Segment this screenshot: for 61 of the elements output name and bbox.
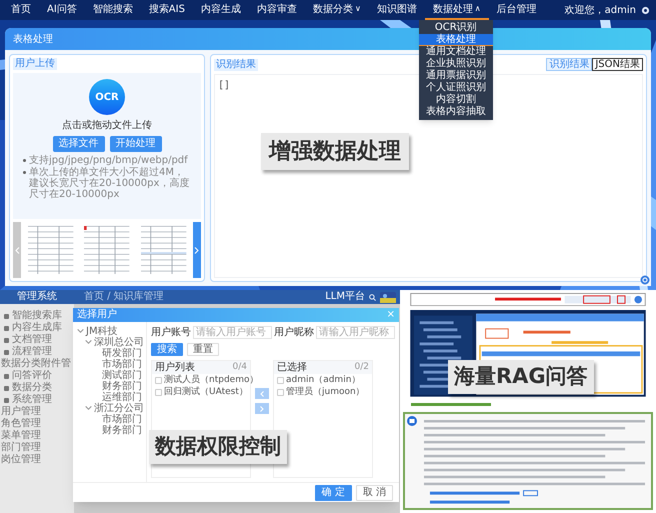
checkbox[interactable]: [155, 388, 162, 396]
cancel-button[interactable]: 取 消: [356, 484, 393, 500]
filter-label: 用户账号: [151, 326, 191, 338]
tree-node[interactable]: 深圳总公司: [94, 337, 144, 348]
dialog-title: 选择用户: [77, 309, 117, 321]
sidebar-item[interactable]: 流程管理: [12, 346, 52, 358]
sidebar-item[interactable]: 智能搜索库: [12, 310, 62, 322]
list-count: 0/4: [232, 360, 247, 374]
list-item[interactable]: 回归测试（UAtest）: [164, 386, 248, 398]
sidebar-item[interactable]: 部门管理: [1, 442, 41, 454]
list-item[interactable]: 管理员（jumoon）: [286, 386, 365, 398]
sidebar-item[interactable]: 数据分类: [12, 382, 52, 394]
sidebar-item[interactable]: 内容生成库: [12, 322, 62, 334]
menu-icon: [4, 374, 9, 378]
search-button[interactable]: 搜索: [151, 343, 183, 356]
tree-node[interactable]: 财务部门: [102, 425, 142, 436]
assistant-avatar-icon: [407, 416, 417, 426]
list-item[interactable]: admin（admin）: [286, 374, 360, 386]
reset-button[interactable]: 重置: [187, 343, 219, 356]
feature-caption: 数据权限控制: [149, 430, 287, 464]
tree-node[interactable]: 浙江分公司: [94, 403, 144, 414]
tree-node[interactable]: JM科技: [86, 326, 118, 337]
tree-node[interactable]: 运维部门: [102, 392, 142, 403]
search-icon[interactable]: [369, 294, 376, 300]
sidebar-item[interactable]: 用户管理: [1, 406, 41, 418]
menu-icon: [4, 350, 9, 354]
list-title: 用户列表: [155, 362, 195, 374]
app-title: 管理系统: [16, 291, 58, 303]
sidebar-item[interactable]: 系统管理: [12, 394, 52, 406]
chevron-right-icon: [260, 406, 264, 412]
menu-icon: [4, 398, 9, 402]
sidebar-item[interactable]: 菜单管理: [1, 430, 41, 442]
breadcrumb: 首页 / 知识库管理: [84, 291, 164, 303]
menu-icon: [4, 338, 9, 342]
checkbox[interactable]: [155, 376, 162, 384]
caret-icon: [85, 405, 92, 412]
tree-node[interactable]: 财务部门: [102, 381, 142, 392]
sidebar-item[interactable]: 数据分类附件管: [1, 358, 71, 370]
tree-node[interactable]: 市场部门: [102, 414, 142, 425]
confirm-button[interactable]: 确 定: [314, 484, 352, 500]
chevron-left-icon: [260, 390, 264, 396]
checkbox[interactable]: [277, 376, 284, 384]
list-title: 已选择: [277, 362, 307, 374]
list-item[interactable]: 测试人员（ntpdemo）: [164, 374, 258, 386]
tree-node[interactable]: 研发部门: [102, 348, 142, 359]
sidebar-item[interactable]: 问答评价: [12, 370, 52, 382]
move-right-button[interactable]: [255, 403, 269, 414]
sidebar-item[interactable]: 岗位管理: [1, 454, 41, 466]
filter-label: 用户昵称: [274, 326, 314, 338]
checkbox[interactable]: [277, 388, 284, 396]
menu-icon: [4, 326, 9, 330]
sidebar-item[interactable]: 文档管理: [12, 334, 52, 346]
tree-node[interactable]: 测试部门: [102, 370, 142, 381]
move-left-button[interactable]: [255, 388, 269, 399]
platform-label: LLM平台: [325, 291, 365, 303]
menu-icon: [4, 314, 9, 318]
sidebar-item[interactable]: 角色管理: [1, 418, 41, 430]
feature-caption: 海量RAG问答: [448, 360, 594, 394]
list-count: 0/2: [354, 360, 369, 374]
tree-node[interactable]: 市场部门: [102, 359, 142, 370]
menu-icon: [4, 386, 9, 390]
